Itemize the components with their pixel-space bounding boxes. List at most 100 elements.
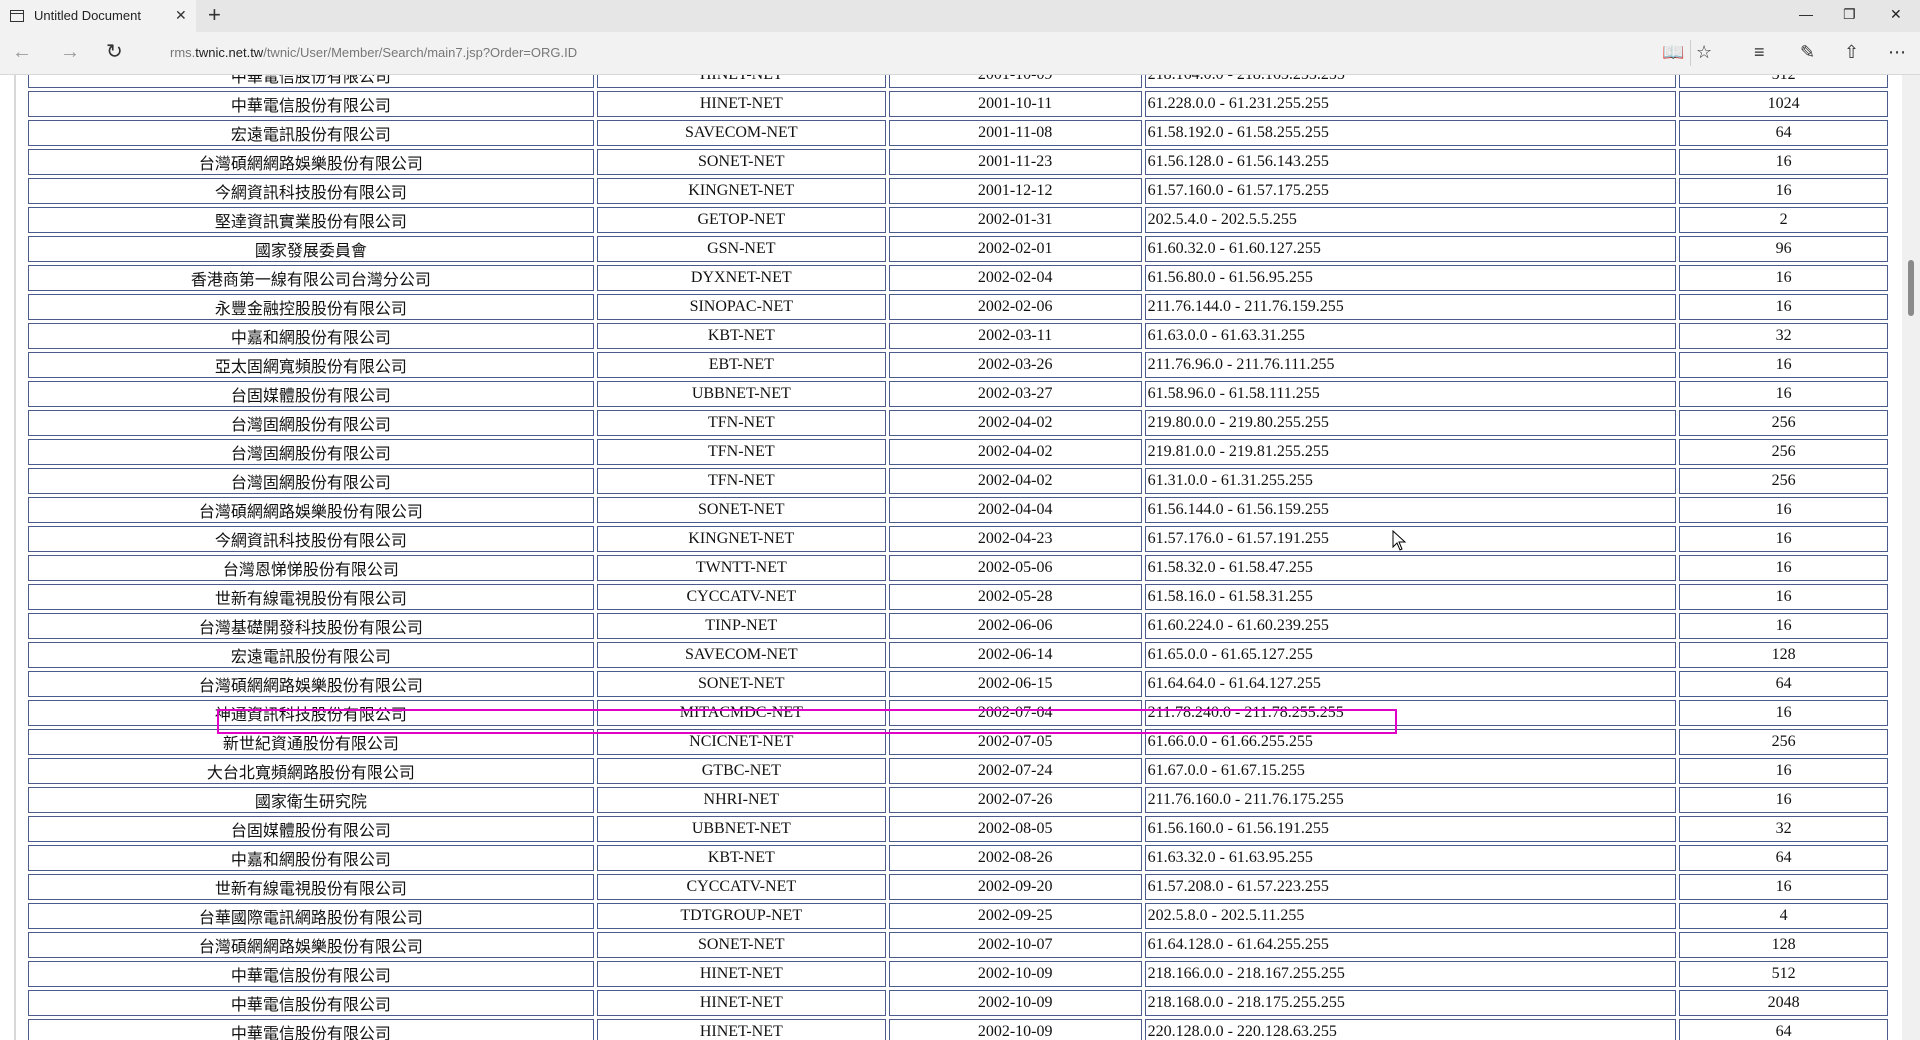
table-row: 宏遠電訊股份有限公司 SAVECOM-NET 2001-11-08 61.58.192… [28, 120, 1888, 146]
date-cell: 2001-10-09 [888, 75, 1142, 88]
size-cell: 64 [1679, 120, 1888, 146]
new-tab-button[interactable]: + [208, 3, 221, 27]
size-cell: 16 [1679, 497, 1888, 523]
org-cell: 台灣固網股份有限公司 [28, 468, 594, 494]
table-row: 世新有線電視股份有限公司 CYCCATV-NET 2002-05-28 61.58.1… [28, 584, 1888, 610]
ip-range-cell: 61.64.128.0 - 61.64.255.255 [1144, 932, 1677, 958]
ip-range-cell: 219.81.0.0 - 219.81.255.255 [1144, 439, 1677, 465]
back-button[interactable]: ← [12, 41, 32, 63]
table-row: 台灣碩網網路娛樂股份有限公司 SONET-NET 2002-06-15 61.64.6… [28, 671, 1888, 697]
netname-cell: MITACMDC-NET [596, 700, 886, 726]
more-icon[interactable]: ⋯ [1888, 42, 1906, 62]
org-cell: 香港商第一線有限公司台灣分公司 [28, 265, 594, 291]
org-cell: 國家衛生研究院 [28, 787, 594, 813]
size-cell: 16 [1679, 758, 1888, 784]
ip-range-cell: 61.60.224.0 - 61.60.239.255 [1144, 613, 1677, 639]
hub-icon[interactable]: ≡ [1754, 42, 1765, 62]
size-cell: 16 [1679, 787, 1888, 813]
netname-cell: EBT-NET [596, 352, 886, 378]
ip-range-cell: 61.63.32.0 - 61.63.95.255 [1144, 845, 1677, 871]
ip-range-cell: 218.164.0.0 - 218.165.255.255 [1144, 75, 1677, 88]
ip-range-cell: 211.76.96.0 - 211.76.111.255 [1144, 352, 1677, 378]
minimize-button[interactable]: — [1799, 6, 1813, 22]
netname-cell: DYXNET-NET [596, 265, 886, 291]
table-row: 台灣碩網網路娛樂股份有限公司 SONET-NET 2002-10-07 61.64.1… [28, 932, 1888, 958]
table-row: 宏遠電訊股份有限公司 SAVECOM-NET 2002-06-14 61.65.0.0… [28, 642, 1888, 668]
date-cell: 2002-07-05 [888, 729, 1142, 755]
ip-range-cell: 61.57.208.0 - 61.57.223.255 [1144, 874, 1677, 900]
date-cell: 2002-08-26 [888, 845, 1142, 871]
ip-range-cell: 211.76.160.0 - 211.76.175.255 [1144, 787, 1677, 813]
ip-range-cell: 61.58.16.0 - 61.58.31.255 [1144, 584, 1677, 610]
table-row: 台灣碩網網路娛樂股份有限公司 SONET-NET 2002-04-04 61.56.1… [28, 497, 1888, 523]
table-row: 世新有線電視股份有限公司 CYCCATV-NET 2002-09-20 61.57.2… [28, 874, 1888, 900]
date-cell: 2002-01-31 [888, 207, 1142, 233]
org-cell: 今網資訊科技股份有限公司 [28, 526, 594, 552]
org-cell: 中華電信股份有限公司 [28, 91, 594, 117]
forward-button[interactable]: → [60, 41, 80, 63]
org-cell: 中華電信股份有限公司 [28, 961, 594, 987]
ip-range-cell: 61.57.176.0 - 61.57.191.255 [1144, 526, 1677, 552]
left-edge [14, 75, 16, 1040]
reading-view-icon[interactable]: 📖 [1662, 42, 1684, 62]
navigation-bar: ← → ↻ rms.twnic.net.tw/twnic/User/Member… [0, 32, 1920, 75]
table-row: 神通資訊科技股份有限公司 MITACMDC-NET 2002-07-04 211.78… [28, 700, 1888, 726]
document-icon [10, 10, 24, 22]
size-cell: 16 [1679, 874, 1888, 900]
table-row: 今網資訊科技股份有限公司 KINGNET-NET 2002-04-23 61.57.1… [28, 526, 1888, 552]
favorite-star-icon[interactable]: ☆ [1696, 42, 1712, 62]
vertical-scrollbar[interactable] [1902, 75, 1920, 1040]
ip-range-cell: 61.57.160.0 - 61.57.175.255 [1144, 178, 1677, 204]
org-cell: 新世紀資通股份有限公司 [28, 729, 594, 755]
share-icon[interactable]: ⇧ [1844, 42, 1859, 62]
date-cell: 2001-11-08 [888, 120, 1142, 146]
table-row: 亞太固網寬頻股份有限公司 EBT-NET 2002-03-26 211.76.96.0… [28, 352, 1888, 378]
window-close-button[interactable]: ✕ [1890, 6, 1902, 23]
netname-cell: UBBNET-NET [596, 381, 886, 407]
table-row: 國家衛生研究院 NHRI-NET 2002-07-26 211.76.160.0 - … [28, 787, 1888, 813]
ip-range-cell: 61.56.128.0 - 61.56.143.255 [1144, 149, 1677, 175]
date-cell: 2001-10-11 [888, 91, 1142, 117]
restore-button[interactable]: ❐ [1843, 6, 1856, 23]
table-row: 國家發展委員會 GSN-NET 2002-02-01 61.60.32.0 - 61.… [28, 236, 1888, 262]
netname-cell: NHRI-NET [596, 787, 886, 813]
netname-cell: SINOPAC-NET [596, 294, 886, 320]
size-cell: 64 [1679, 1019, 1888, 1040]
size-cell: 16 [1679, 700, 1888, 726]
size-cell: 16 [1679, 265, 1888, 291]
netname-cell: TINP-NET [596, 613, 886, 639]
tab-close-icon[interactable]: ✕ [175, 7, 187, 24]
org-cell: 大台北寬頻網路股份有限公司 [28, 758, 594, 784]
address-bar[interactable]: rms.twnic.net.tw/twnic/User/Member/Searc… [170, 45, 577, 60]
date-cell: 2002-07-04 [888, 700, 1142, 726]
size-cell: 16 [1679, 613, 1888, 639]
size-cell: 16 [1679, 352, 1888, 378]
date-cell: 2002-04-02 [888, 468, 1142, 494]
netname-cell: HINET-NET [596, 91, 886, 117]
date-cell: 2002-06-06 [888, 613, 1142, 639]
table-row: 中華電信股份有限公司 HINET-NET 2001-10-11 61.228.0.0 … [28, 91, 1888, 117]
org-cell: 台灣碩網網路娛樂股份有限公司 [28, 671, 594, 697]
browser-tab[interactable]: Untitled Document ✕ [0, 0, 196, 32]
org-cell: 中華電信股份有限公司 [28, 990, 594, 1016]
netname-cell: CYCCATV-NET [596, 874, 886, 900]
web-note-icon[interactable]: ✎ [1800, 42, 1815, 62]
ip-range-cell: 211.78.240.0 - 211.78.255.255 [1144, 700, 1677, 726]
date-cell: 2002-02-06 [888, 294, 1142, 320]
date-cell: 2002-05-28 [888, 584, 1142, 610]
table-row: 香港商第一線有限公司台灣分公司 DYXNET-NET 2002-02-04 61.56… [28, 265, 1888, 291]
ip-range-cell: 61.63.0.0 - 61.63.31.255 [1144, 323, 1677, 349]
table-row: 新世紀資通股份有限公司 NCICNET-NET 2002-07-05 61.66.0.… [28, 729, 1888, 755]
size-cell: 512 [1679, 75, 1888, 88]
date-cell: 2002-04-04 [888, 497, 1142, 523]
table-row: 永豐金融控股股份有限公司 SINOPAC-NET 2002-02-06 211.76.… [28, 294, 1888, 320]
refresh-button[interactable]: ↻ [106, 41, 123, 63]
size-cell: 128 [1679, 642, 1888, 668]
size-cell: 32 [1679, 323, 1888, 349]
size-cell: 32 [1679, 816, 1888, 842]
size-cell: 4 [1679, 903, 1888, 929]
org-cell: 宏遠電訊股份有限公司 [28, 642, 594, 668]
org-cell: 世新有線電視股份有限公司 [28, 584, 594, 610]
scrollbar-thumb[interactable] [1908, 260, 1914, 316]
netname-cell: SONET-NET [596, 932, 886, 958]
